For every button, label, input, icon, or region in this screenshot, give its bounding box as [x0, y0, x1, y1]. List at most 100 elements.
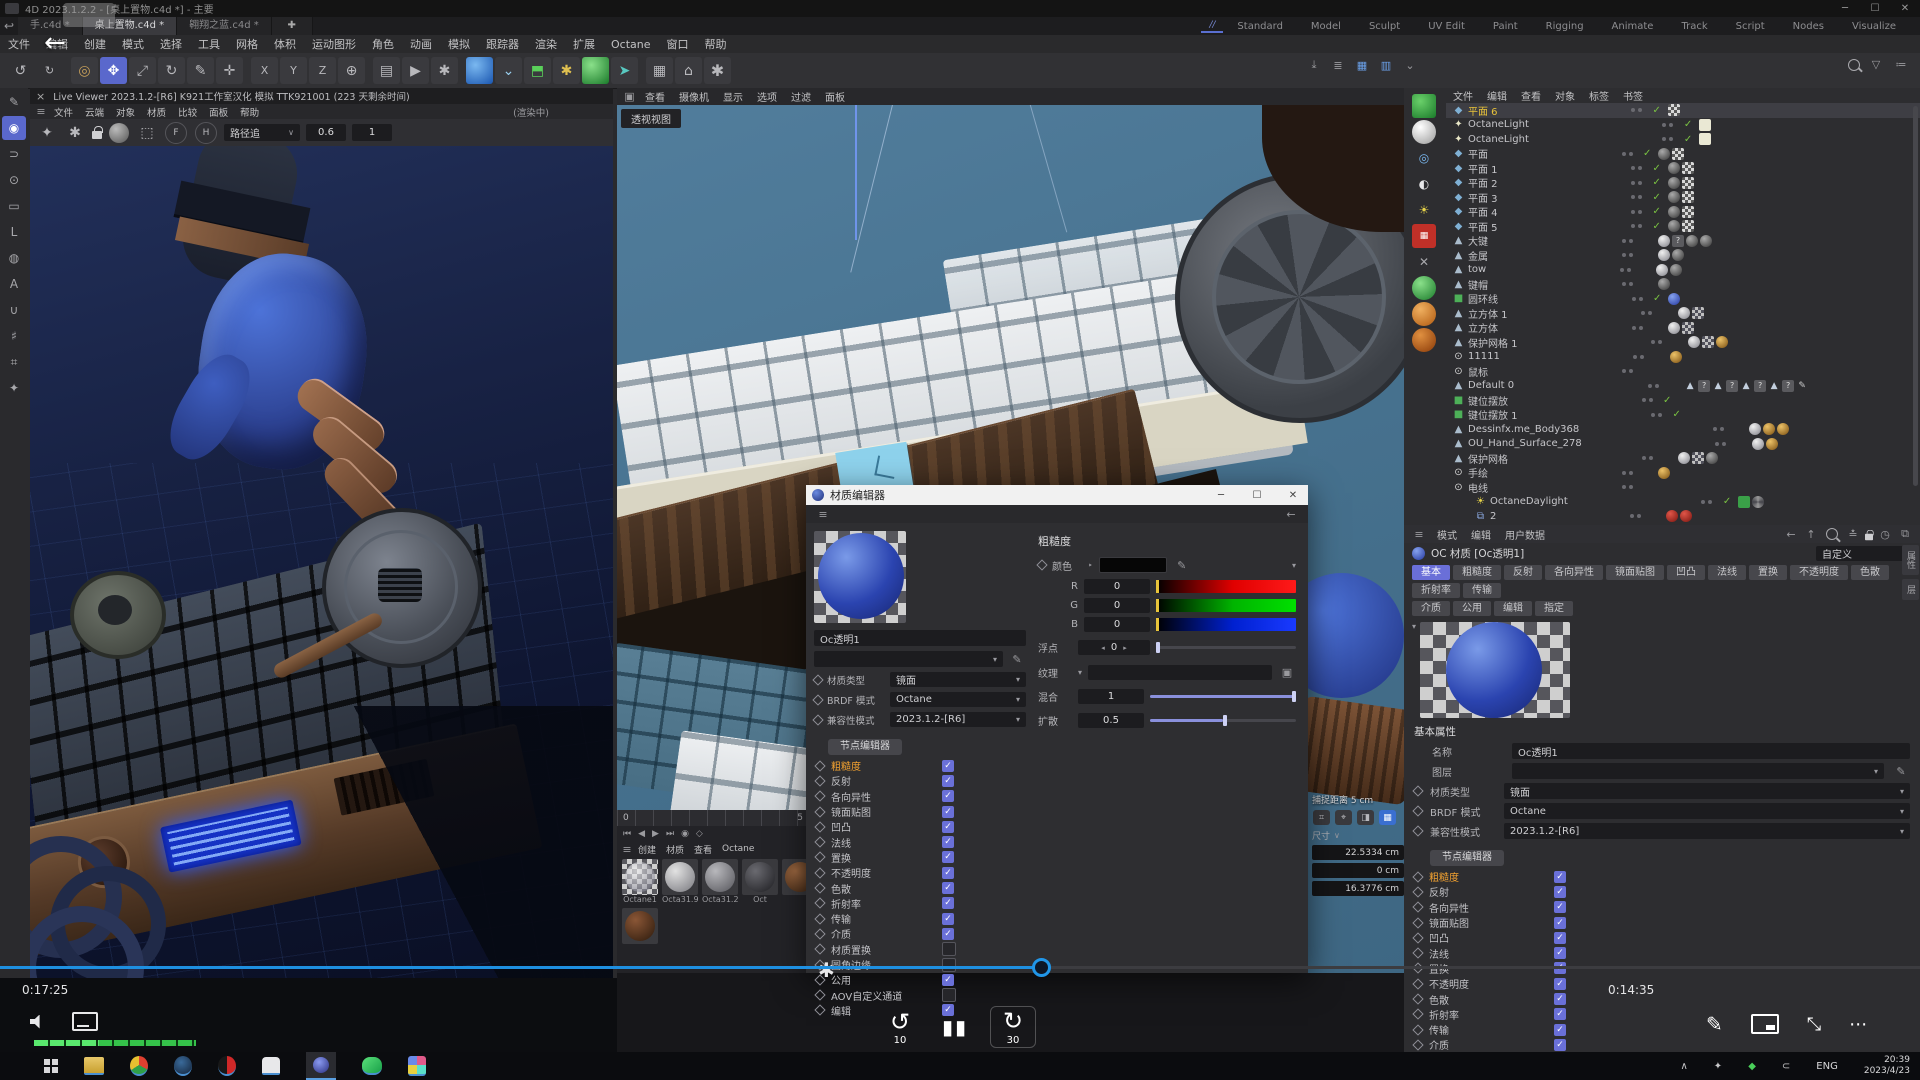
tag-sphere[interactable]: [1686, 235, 1698, 247]
interface-list-icon[interactable]: ≔: [1892, 58, 1910, 71]
g-gradient-slider[interactable]: [1156, 599, 1296, 612]
pause-button[interactable]: ▮▮: [942, 1015, 968, 1039]
goto-start-icon[interactable]: ⏮: [623, 829, 631, 839]
live-viewer-menu-item[interactable]: 文件: [48, 105, 79, 119]
workspace-tab[interactable]: Animate: [1598, 21, 1668, 32]
tag-sphere[interactable]: [1658, 148, 1670, 160]
volume-icon[interactable]: [30, 1015, 46, 1029]
preview-collapse-icon[interactable]: ▾: [1412, 622, 1416, 631]
r-value[interactable]: 0: [1084, 579, 1150, 594]
object-row[interactable]: 键位摆放: [1446, 393, 1920, 408]
visibility-dots[interactable]: [1655, 137, 1681, 141]
camera-add-icon[interactable]: ⌂: [675, 57, 702, 84]
enabled-check-icon[interactable]: [1643, 148, 1655, 159]
visibility-dots[interactable]: [1614, 369, 1640, 373]
keyframe-diamond-icon[interactable]: [814, 882, 825, 893]
attribute-tab[interactable]: 公用: [1453, 601, 1491, 616]
channel-row[interactable]: 置换: [814, 850, 1026, 865]
viewport-menu-item[interactable]: 面板: [818, 89, 852, 104]
hud-size-dropdown-icon[interactable]: ∨: [1334, 831, 1340, 840]
tag-gold[interactable]: [1658, 467, 1670, 479]
material-thumb-ball[interactable]: [662, 859, 698, 895]
channel-row[interactable]: 镜面贴图: [814, 804, 1026, 819]
tag-swirl[interactable]: [1752, 496, 1764, 508]
tag-gold[interactable]: [1763, 423, 1775, 435]
channel-checkbox[interactable]: [1554, 947, 1566, 959]
object-row[interactable]: Default 0: [1446, 379, 1920, 394]
hud-speaker-icon[interactable]: ◨: [1357, 810, 1374, 825]
keyframe-diamond-icon[interactable]: [1412, 932, 1423, 943]
channel-row[interactable]: 反射: [1404, 884, 1920, 899]
last-tool-icon[interactable]: ✎: [187, 57, 214, 84]
octane-liveviewer-icon[interactable]: ●: [466, 57, 493, 84]
object-row[interactable]: 平面 5: [1446, 219, 1920, 234]
octane-object-icon[interactable]: ⬒: [524, 57, 551, 84]
visibility-dots[interactable]: [1644, 413, 1670, 417]
dialog-material-preview[interactable]: [814, 531, 906, 623]
redo-icon[interactable]: ↻: [36, 57, 63, 84]
tag-q[interactable]: [1698, 380, 1710, 392]
scene-settings-gear-icon[interactable]: ✱: [704, 57, 731, 84]
keyframe-diamond-icon[interactable]: [1412, 1009, 1423, 1020]
window-maximize-button[interactable]: ☐: [1860, 0, 1890, 19]
palette-green-icon[interactable]: ●: [1412, 94, 1436, 118]
tag-tri[interactable]: [1712, 380, 1724, 392]
palette-c4d-icon[interactable]: ●: [1412, 276, 1436, 300]
tag-red[interactable]: [1666, 510, 1678, 522]
menu-item[interactable]: 创建: [76, 36, 114, 52]
visibility-dots[interactable]: [1624, 166, 1650, 170]
object-row[interactable]: 平面: [1446, 147, 1920, 162]
mix-slider[interactable]: [1150, 695, 1296, 698]
filter-icon[interactable]: ▽: [1867, 58, 1885, 71]
keyframe-diamond-icon[interactable]: [812, 714, 823, 725]
tag-uv[interactable]: [1682, 322, 1694, 334]
tag-sphere[interactable]: [1658, 278, 1670, 290]
attribute-tab[interactable]: 基本: [1412, 565, 1450, 580]
visibility-dots[interactable]: [1614, 282, 1640, 286]
nav-back-icon[interactable]: ↩: [0, 19, 18, 33]
color-collapse-icon[interactable]: ▾: [1292, 561, 1296, 570]
tag-gold[interactable]: [1670, 351, 1682, 363]
object-row[interactable]: 手绘: [1446, 466, 1920, 481]
tag-uv[interactable]: [1692, 307, 1704, 319]
lv-region-value[interactable]: 1: [352, 124, 392, 141]
material-thumb-ball[interactable]: [622, 908, 658, 944]
hud-coord-z[interactable]: 16.3776 cm: [1312, 881, 1404, 896]
channel-checkbox[interactable]: [1554, 1008, 1566, 1020]
rewind-10-button[interactable]: ↺ 10: [880, 1008, 920, 1046]
keyframe-diamond-icon[interactable]: [814, 928, 825, 939]
menu-item[interactable]: 模式: [114, 36, 152, 52]
object-row[interactable]: tow: [1446, 263, 1920, 278]
b-value[interactable]: 0: [1084, 617, 1150, 632]
attr-lock-icon[interactable]: [1865, 533, 1873, 539]
lv-sphere-icon[interactable]: ●: [109, 123, 129, 143]
attribute-tab[interactable]: 反射: [1504, 565, 1542, 580]
channel-checkbox[interactable]: [942, 958, 956, 972]
menu-item[interactable]: 角色: [364, 36, 402, 52]
object-row[interactable]: 立方体: [1446, 321, 1920, 336]
loop-tool-icon[interactable]: ∪: [2, 298, 26, 322]
visibility-dots[interactable]: [1634, 456, 1660, 460]
color-swatch[interactable]: [1099, 557, 1167, 573]
channel-row[interactable]: 反射: [814, 773, 1026, 788]
rotate-tool-icon[interactable]: ↻: [158, 57, 185, 84]
enabled-check-icon[interactable]: [1684, 134, 1696, 145]
tag-tri[interactable]: [1740, 380, 1752, 392]
channel-row[interactable]: 折射率: [814, 896, 1026, 911]
tag-phong[interactable]: [1658, 235, 1670, 247]
object-row[interactable]: 2: [1446, 509, 1920, 523]
tag-phong[interactable]: [1668, 322, 1680, 334]
visibility-dots[interactable]: [1624, 297, 1650, 301]
keyframe-diamond-icon[interactable]: [814, 867, 825, 878]
channel-checkbox[interactable]: [942, 974, 954, 986]
keyframe-diamond-icon[interactable]: [814, 806, 825, 817]
attr-up-icon[interactable]: ↑: [1802, 528, 1820, 541]
channel-row[interactable]: 法线: [1404, 945, 1920, 960]
app-dark-icon[interactable]: [174, 1056, 192, 1076]
enabled-check-icon[interactable]: [1684, 119, 1696, 130]
object-row[interactable]: 平面 3: [1446, 190, 1920, 205]
channel-checkbox[interactable]: [1554, 886, 1566, 898]
tag-gold[interactable]: [1766, 438, 1778, 450]
channel-checkbox[interactable]: [942, 836, 954, 848]
menu-item[interactable]: 选择: [152, 36, 190, 52]
